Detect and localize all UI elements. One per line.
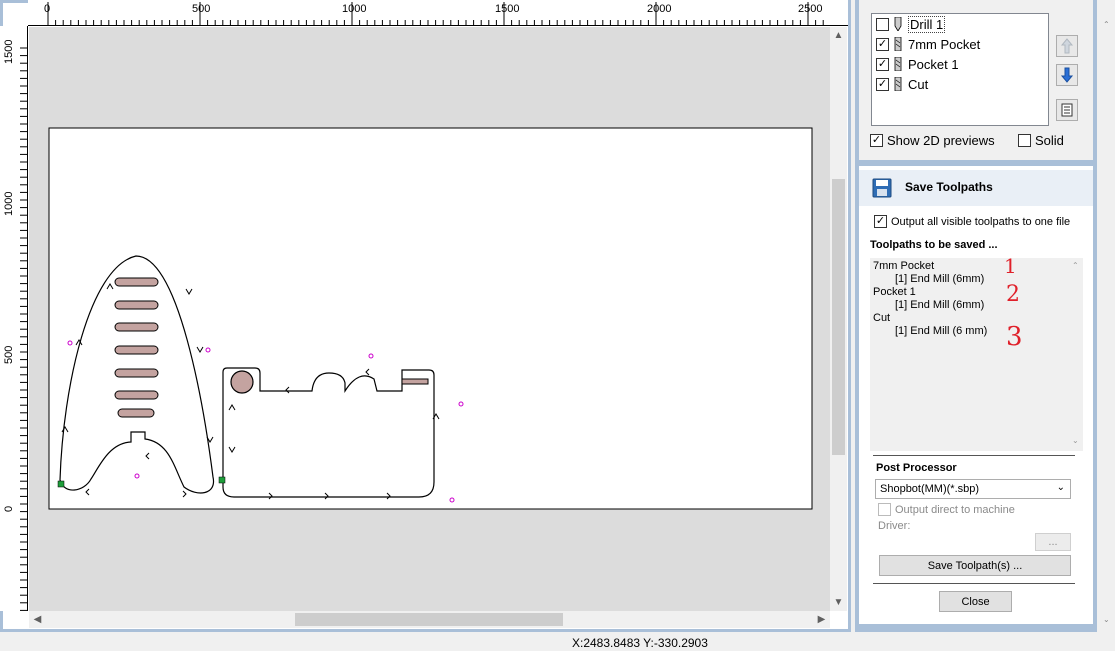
post-processor-label: Post Processor xyxy=(876,462,957,474)
toolpath-checkbox[interactable]: ✓ xyxy=(876,57,889,71)
toolpath-label: Pocket 1 xyxy=(908,56,959,72)
ruler-label: 2500 xyxy=(798,3,823,15)
divider xyxy=(873,583,1075,584)
vertical-ruler: 1500 1000 500 0 xyxy=(0,26,28,611)
scroll-down-icon[interactable]: ⌄ xyxy=(1103,615,1110,624)
annotation-number: 2 xyxy=(1006,282,1020,307)
end-mill-icon xyxy=(894,37,902,51)
toolpath-list[interactable]: Drill 1 ✓ 7mm Pocket ✓ Pocket 1 ✓ Cut xyxy=(871,13,1049,126)
output-all-label: Output all visible toolpaths to one file xyxy=(891,215,1071,228)
output-direct-checkbox[interactable] xyxy=(878,503,891,516)
panel-scrollbar[interactable]: ⌃ ⌄ xyxy=(1100,0,1115,632)
save-toolpaths-button[interactable]: Save Toolpath(s) ... xyxy=(879,555,1071,576)
ruler-label: 2000 xyxy=(647,3,672,15)
ruler-label: 1000 xyxy=(342,3,367,15)
toolpath-checkbox[interactable]: ✓ xyxy=(876,37,889,51)
post-processor-select[interactable]: Shopbot(MM)(*.sbp) ⌄ xyxy=(875,479,1071,499)
output-direct-label: Output direct to machine xyxy=(895,503,1015,516)
list-item: 7mm Pocket xyxy=(873,260,935,272)
design-canvas[interactable] xyxy=(29,27,830,611)
to-be-saved-heading: Toolpaths to be saved ... xyxy=(870,239,998,251)
floppy-disk-icon xyxy=(872,178,892,198)
divider xyxy=(873,455,1075,456)
list-item[interactable]: ✓ Cut xyxy=(876,75,928,93)
scroll-left-icon[interactable]: ◀ xyxy=(29,611,46,628)
annotation-number: 3 xyxy=(1006,322,1023,352)
scroll-thumb[interactable] xyxy=(295,613,563,626)
toolpath-label: Cut xyxy=(908,76,929,92)
close-button[interactable]: Close xyxy=(939,591,1012,612)
show-2d-option[interactable]: ✓ Show 2D previews xyxy=(870,133,995,148)
ruler-label: 0 xyxy=(44,3,51,15)
browse-driver-button[interactable]: ... xyxy=(1035,533,1071,551)
scroll-thumb[interactable] xyxy=(832,179,845,455)
driver-label: Driver: xyxy=(878,520,911,532)
move-up-button[interactable] xyxy=(1056,35,1078,57)
show-2d-label: Show 2D previews xyxy=(887,133,995,148)
drill-hole xyxy=(230,370,254,394)
ruler-label: 500 xyxy=(192,3,211,15)
pocket-slot-right xyxy=(401,378,429,385)
start-marker xyxy=(57,480,65,488)
list-item: Cut xyxy=(873,312,891,324)
scroll-right-icon[interactable]: ▶ xyxy=(813,611,830,628)
list-item: [1] End Mill (6mm) xyxy=(895,273,985,285)
material-sheet xyxy=(48,127,813,510)
toolpath-checkbox[interactable] xyxy=(876,17,889,31)
list-item: Pocket 1 xyxy=(873,286,916,298)
output-all-checkbox[interactable]: ✓ xyxy=(874,215,887,228)
show-2d-checkbox[interactable]: ✓ xyxy=(870,134,883,147)
scroll-up-icon[interactable]: ⌃ xyxy=(1103,20,1110,29)
scroll-down-icon[interactable]: ▼ xyxy=(830,594,847,611)
scroll-up-icon[interactable]: ⌃ xyxy=(1072,261,1079,270)
cursor-coordinates: X:2483.8483 Y:-330.2903 xyxy=(572,636,708,650)
ruler-label: 1500 xyxy=(3,39,15,64)
post-processor-value: Shopbot(MM)(*.sbp) xyxy=(880,483,980,495)
end-mill-icon xyxy=(894,77,902,91)
horizontal-ruler: 0 500 1000 1500 2000 2500 xyxy=(28,0,848,26)
arrow-down-icon xyxy=(1060,67,1074,83)
ruler-label: 500 xyxy=(3,345,15,364)
toolpath-label: 7mm Pocket xyxy=(908,36,981,52)
output-direct-option[interactable]: Output direct to machine xyxy=(878,503,1015,516)
end-mill-icon xyxy=(894,57,902,71)
scroll-down-icon[interactable]: ⌄ xyxy=(1072,436,1079,445)
horizontal-scrollbar[interactable]: ◀ ▶ xyxy=(29,611,830,628)
drill-tool-icon xyxy=(894,17,902,31)
list-item[interactable]: ✓ 7mm Pocket xyxy=(876,35,980,53)
output-all-option[interactable]: ✓ Output all visible toolpaths to one fi… xyxy=(874,215,1070,228)
list-item: [1] End Mill (6mm) xyxy=(895,299,985,311)
list-scrollbar[interactable]: ⌃ ⌄ xyxy=(1068,258,1083,451)
solid-option[interactable]: Solid xyxy=(1018,133,1064,148)
list-item[interactable]: ✓ Pocket 1 xyxy=(876,55,959,73)
chevron-down-icon: ⌄ xyxy=(1056,482,1065,493)
annotation-number: 1 xyxy=(1004,254,1017,278)
panel-title: Save Toolpaths xyxy=(905,180,993,194)
arrow-up-icon xyxy=(1060,38,1074,54)
start-marker xyxy=(218,476,226,484)
solid-label: Solid xyxy=(1035,133,1064,148)
list-item: [1] End Mill (6 mm) xyxy=(895,325,988,337)
move-down-button[interactable] xyxy=(1056,64,1078,86)
solid-checkbox[interactable] xyxy=(1018,134,1031,147)
ruler-label: 1500 xyxy=(495,3,520,15)
list-item[interactable]: Drill 1 xyxy=(876,15,946,33)
toolpath-checkbox[interactable]: ✓ xyxy=(876,77,889,91)
vertical-scrollbar[interactable]: ▲ ▼ xyxy=(830,27,847,611)
status-bar xyxy=(0,632,1115,651)
document-icon xyxy=(1061,103,1073,117)
toolpath-label: Drill 1 xyxy=(908,15,946,33)
ruler-label: 0 xyxy=(3,505,15,512)
toolpaths-to-save-list[interactable]: 7mm Pocket [1] End Mill (6mm) Pocket 1 [… xyxy=(870,258,1083,451)
scroll-up-icon[interactable]: ▲ xyxy=(830,27,847,44)
toolpath-properties-button[interactable] xyxy=(1056,99,1078,121)
ruler-label: 1000 xyxy=(3,191,15,216)
